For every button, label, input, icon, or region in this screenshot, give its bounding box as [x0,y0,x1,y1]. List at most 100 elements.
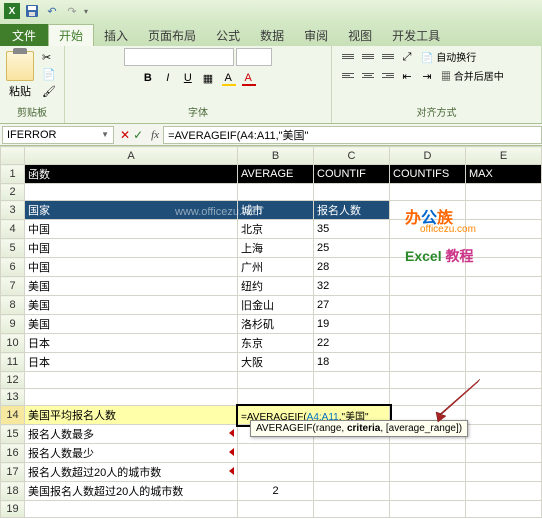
row-header[interactable]: 9 [1,315,25,334]
cell[interactable]: 大阪 [238,353,314,372]
cell[interactable] [314,184,390,201]
tab-home[interactable]: 开始 [48,24,94,46]
tab-data[interactable]: 数据 [250,24,294,46]
cell[interactable]: 美国 [25,277,238,296]
row-header[interactable]: 10 [1,334,25,353]
tab-insert[interactable]: 插入 [94,24,138,46]
cell[interactable]: 上海 [238,239,314,258]
cancel-icon[interactable]: ✕ [120,128,130,142]
name-box[interactable]: IFERROR ▼ [2,126,114,144]
col-header-D[interactable]: D [390,147,466,165]
cell[interactable] [466,201,542,220]
row-header[interactable]: 4 [1,220,25,239]
col-header-C[interactable]: C [314,147,390,165]
cell[interactable]: 32 [314,277,390,296]
redo-icon[interactable]: ↷ [64,3,80,19]
row-header[interactable]: 11 [1,353,25,372]
cell[interactable] [25,184,238,201]
cell[interactable]: 东京 [238,334,314,353]
cell[interactable]: 广州 [238,258,314,277]
col-header-E[interactable]: E [466,147,542,165]
align-right-icon[interactable] [378,68,396,84]
undo-icon[interactable]: ↶ [44,3,60,19]
paste-button[interactable]: 粘贴 [6,51,34,99]
row-header[interactable]: 5 [1,239,25,258]
cut-icon[interactable]: ✂ [42,51,58,65]
row-header[interactable]: 12 [1,372,25,389]
cell[interactable] [390,277,466,296]
cell[interactable]: 函数 [25,165,238,184]
cell[interactable]: 北京 [238,220,314,239]
cell[interactable] [466,239,542,258]
cell[interactable] [390,444,466,463]
cell[interactable] [238,389,314,406]
spreadsheet-grid[interactable]: A B C D E 1函数AVERAGECOUNTIFCOUNTIFSMAX 2… [0,146,542,518]
cell[interactable]: COUNTIF [314,165,390,184]
align-bottom-icon[interactable] [378,49,396,65]
cell[interactable]: 报名人数最少 [25,444,238,463]
cell[interactable]: 美国报名人数超过20人的城市数 [25,482,238,501]
cell[interactable]: 28 [314,258,390,277]
cell[interactable] [466,258,542,277]
row-header[interactable]: 16 [1,444,25,463]
cell[interactable] [238,463,314,482]
bold-button[interactable]: B [139,70,157,87]
align-top-icon[interactable] [338,49,356,65]
indent-decrease-icon[interactable]: ⇤ [398,68,416,84]
cell[interactable]: 27 [314,296,390,315]
cell[interactable] [314,389,390,406]
cell[interactable] [466,501,542,518]
underline-button[interactable]: U [179,70,197,87]
cell[interactable]: 日本 [25,334,238,353]
format-painter-icon[interactable]: 🖌 [42,85,58,99]
cell[interactable] [238,444,314,463]
cell[interactable] [238,372,314,389]
indent-increase-icon[interactable]: ⇥ [418,68,436,84]
cell[interactable] [25,372,238,389]
cell[interactable]: AVERAGE [238,165,314,184]
tab-dev[interactable]: 开发工具 [382,24,450,46]
cell[interactable]: 洛杉矶 [238,315,314,334]
col-header-B[interactable]: B [238,147,314,165]
cell[interactable] [466,463,542,482]
wrap-text-button[interactable]: 📄 自动换行 [418,48,479,65]
cell[interactable]: 35 [314,220,390,239]
cell[interactable] [314,372,390,389]
cell[interactable] [466,220,542,239]
align-center-icon[interactable] [358,68,376,84]
row-header[interactable]: 15 [1,425,25,444]
cell[interactable]: 25 [314,239,390,258]
tab-review[interactable]: 审阅 [294,24,338,46]
fx-icon[interactable]: fx [147,129,163,141]
cell[interactable]: 美国 [25,296,238,315]
border-button[interactable]: ▦ [199,70,217,87]
cell[interactable]: 中国 [25,220,238,239]
row-header[interactable]: 8 [1,296,25,315]
align-middle-icon[interactable] [358,49,376,65]
cell[interactable] [314,501,390,518]
font-color-button[interactable]: A [239,70,257,87]
cell[interactable] [25,389,238,406]
formula-bar[interactable]: =AVERAGEIF(A4:A11,"美国" [163,126,542,144]
cell[interactable] [238,184,314,201]
cell[interactable] [390,334,466,353]
cell[interactable] [314,444,390,463]
cell[interactable] [466,277,542,296]
cell[interactable]: 旧金山 [238,296,314,315]
row-header[interactable]: 3 [1,201,25,220]
qat-dropdown-icon[interactable]: ▾ [84,7,88,16]
row-header[interactable]: 7 [1,277,25,296]
row-header[interactable]: 18 [1,482,25,501]
row-header[interactable]: 2 [1,184,25,201]
cell[interactable]: 中国 [25,258,238,277]
cell[interactable] [466,334,542,353]
cell[interactable] [390,463,466,482]
tab-view[interactable]: 视图 [338,24,382,46]
cell[interactable]: COUNTIFS [390,165,466,184]
chevron-down-icon[interactable]: ▼ [101,130,109,139]
row-header[interactable]: 6 [1,258,25,277]
cell[interactable] [390,296,466,315]
font-name-dropdown[interactable] [124,48,234,66]
merge-center-button[interactable]: ▦ 合并后居中 [438,67,507,84]
cell[interactable] [314,482,390,501]
